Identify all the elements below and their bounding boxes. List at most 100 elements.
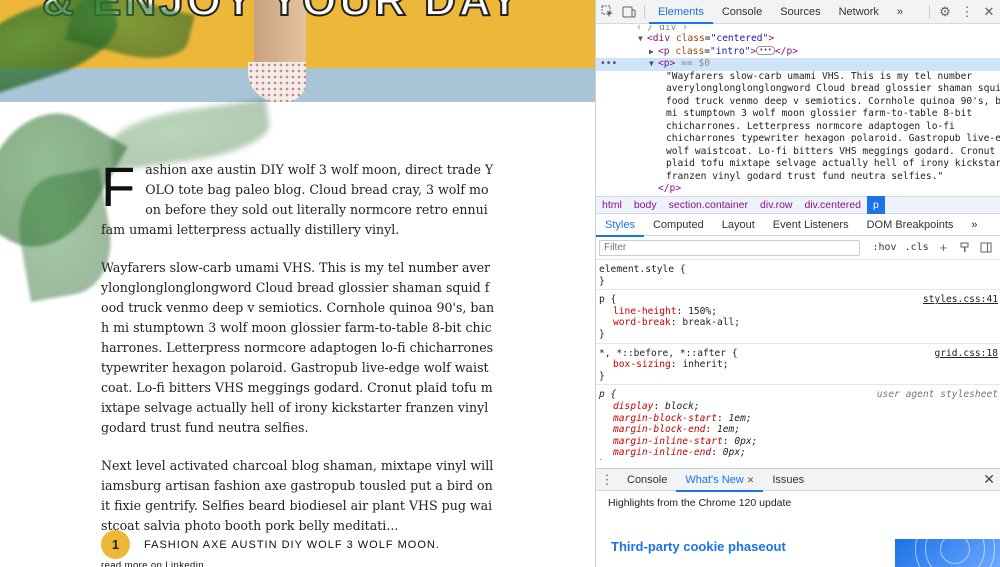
closing-tag: </p> [658,183,682,194]
property-name: margin-block-end [613,424,706,436]
breadcrumb: html body section.container div.row div.… [596,196,1000,214]
step-number-badge: 1 [101,530,130,559]
selected-marker: == $0 [681,58,710,69]
dom-node-p-intro[interactable]: ▶ <p class="intro"> ••• </p> [596,46,1000,59]
dom-text-node[interactable]: "Wayfarers slow-carb umami VHS. This is … [596,71,1000,184]
property-name: margin-block-start [613,412,717,424]
add-rule-plus-icon[interactable]: + [933,237,954,259]
more-tabs-chevron-icon[interactable]: » [888,0,912,24]
drawer-menu-icon[interactable]: ⋮ [596,469,618,491]
devtools-tab-bar: Elements Console Sources Network » ⚙ ⋮ ✕ [596,0,1000,24]
article-paragraph: Wayfarers slow-carb umami VHS. This is m… [101,260,495,435]
property-value: 1em; [728,412,752,424]
device-toolbar-icon[interactable] [618,1,640,23]
paint-brush-icon[interactable] [954,237,975,259]
whats-new-highlights: Highlights from the Chrome 120 update [608,497,792,509]
tab-event-listeners[interactable]: Event Listeners [764,213,858,237]
drop-cap: F [101,155,136,218]
devtools-drawer: ⋮ Console What's New ✕ Issues ✕ Highligh… [596,468,1000,567]
rule-close-brace: } [599,459,997,460]
tag-name: <p> [658,58,676,69]
css-property[interactable]: word-break: break-all; [599,317,997,329]
styles-subtab-bar: Styles Computed Layout Event Listeners D… [596,213,1000,237]
paragraph-text: ashion axe austin DIY wolf 3 wolf moon, … [101,162,494,237]
css-property: margin-inline-start: 0px; [613,435,758,447]
tab-styles[interactable]: Styles [596,213,644,237]
property-value: break-all; [682,317,741,329]
whats-new-promo-image [895,539,1000,567]
drawer-tab-whats-new[interactable]: What's New ✕ [676,468,764,492]
devtools-panel: Elements Console Sources Network » ⚙ ⋮ ✕… [595,0,1000,567]
divider [929,4,930,19]
numbered-step: 1 FASHION AXE AUSTIN DIY WOLF 3 WOLF MOO… [101,530,440,559]
css-rule-user-agent[interactable]: p { user agent stylesheet display: block… [596,385,1000,460]
tab-close-icon[interactable]: ✕ [747,475,755,485]
rule-close-brace: } [599,370,605,382]
property-value: block; [665,400,700,412]
devtools-right-controls: ⚙ ⋮ ✕ [925,1,1000,23]
breadcrumb-div-row[interactable]: div.row [754,199,798,211]
hero-photo-collar [248,62,306,102]
property-name: word-break [613,317,671,329]
hover-state-toggle[interactable]: :hov [868,242,900,253]
close-drawer-icon[interactable]: ✕ [983,471,1000,488]
css-property[interactable]: line-height: 150%; [599,306,997,318]
css-property: margin-inline-end: 0px; [613,447,746,459]
dom-tree: ‹ / div › ▼ <div class="centered"> ▶ <p cl… [596,24,1000,196]
tab-elements[interactable]: Elements [649,0,713,24]
dom-node-p-selected[interactable]: ••• ▼ <p> == $0 [596,58,1000,71]
attr-value: "intro" [710,45,751,57]
collapsed-content-ellipsis[interactable]: ••• [756,46,775,55]
inspect-element-icon[interactable] [596,1,618,23]
tab-computed[interactable]: Computed [644,213,713,237]
css-property[interactable]: box-sizing: inherit; [599,359,997,371]
class-toggle[interactable]: .cls [901,242,933,253]
css-rule-p-styles[interactable]: p { styles.css:41 line-height: 150%; wor… [596,290,1000,344]
whats-new-headline-link[interactable]: Third-party cookie phaseout [611,539,786,554]
tag-name: div [652,33,671,44]
drawer-tab-console[interactable]: Console [618,468,676,492]
property-value: 1em; [716,424,741,436]
kebab-menu-icon[interactable]: ⋮ [956,1,978,23]
drawer-tab-issues[interactable]: Issues [763,468,813,492]
tab-layout[interactable]: Layout [713,213,764,237]
property-value: inherit; [682,359,729,371]
step-heading: FASHION AXE AUSTIN DIY WOLF 3 WOLF MOON. [144,538,440,551]
rule-source-link[interactable]: styles.css:41 [923,294,998,306]
settings-gear-icon[interactable]: ⚙ [934,1,956,23]
article-paragraph: Next level activated charcoal blog shama… [101,458,494,533]
property-value: 0px; [734,435,758,447]
tab-dom-breakpoints[interactable]: DOM Breakpoints [858,213,963,237]
styles-filter-input[interactable] [599,239,861,256]
breadcrumb-body[interactable]: body [628,199,663,211]
toggle-sidebar-icon[interactable] [976,237,997,259]
property-value: 150%; [688,305,717,317]
breadcrumb-div-centered[interactable]: div.centered [799,199,867,211]
tab-sources[interactable]: Sources [771,0,829,24]
article-body: Fashion axe austin DIY wolf 3 wolf moon,… [101,155,495,567]
rule-source-link[interactable]: grid.css:18 [934,348,998,360]
close-icon[interactable]: ✕ [978,1,1000,23]
property-value: 0px; [722,447,746,459]
styles-filter-bar: :hov .cls + [596,236,1000,260]
css-property: margin-block-end: 1em; [613,424,741,436]
dom-node-p-close: </p> [596,183,1000,196]
breadcrumb-p[interactable]: p [866,196,885,214]
rule-source-user-agent: user agent stylesheet [876,389,998,401]
breadcrumb-html[interactable]: html [596,199,628,211]
property-name: margin-inline-end [613,447,712,459]
tag-name: p [663,45,670,57]
css-rule-element-style[interactable]: element.style { } [596,260,1000,291]
dom-node-div-centered[interactable]: ▼ <div class="centered"> [596,33,1000,46]
tab-network[interactable]: Network [830,0,888,24]
styles-pane: element.style { } p { styles.css:41 line… [596,260,1000,460]
css-rule-universal[interactable]: *, *::before, *::after { grid.css:18 box… [596,344,1000,386]
dom-line-partial: ‹ / div › [636,25,688,33]
property-name: line-height [613,305,677,317]
tab-console[interactable]: Console [713,0,771,24]
node-actions-dots[interactable]: ••• [600,58,617,71]
breadcrumb-section-container[interactable]: section.container [663,199,754,211]
web-page: & ENJOY YOUR DAY Fashion axe austin DIY … [0,0,595,567]
attr-name: class [675,33,705,44]
more-subtabs-chevron-icon[interactable]: » [962,213,986,237]
